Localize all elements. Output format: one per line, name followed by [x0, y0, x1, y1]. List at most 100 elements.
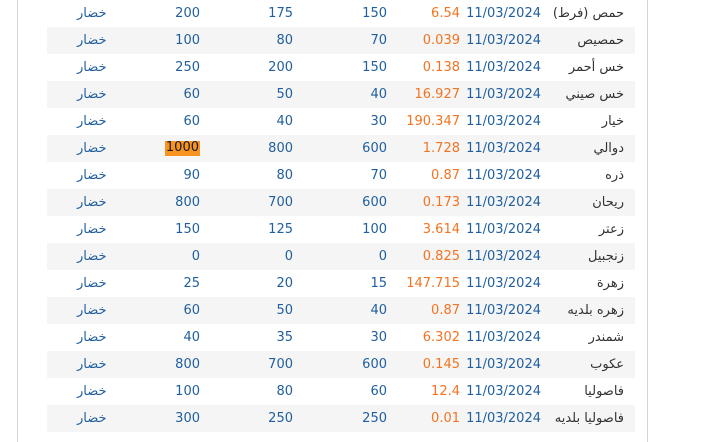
- table-row: زنجبيل 11/03/2024 0.825 0 0 0 خضار: [47, 243, 635, 270]
- price-cell: 3.614: [422, 222, 460, 237]
- product-name-cell: شمندر: [588, 330, 624, 345]
- value-3-cell: 25: [183, 276, 200, 291]
- date-cell: 11/03/2024: [466, 141, 541, 156]
- price-cell: 0.01: [431, 411, 460, 426]
- value-1-cell: 70: [370, 33, 387, 48]
- date-cell: 11/03/2024: [466, 222, 541, 237]
- value-2-cell: 20: [276, 276, 293, 291]
- price-cell: 6.54: [431, 6, 460, 21]
- table-row: خس أحمر 11/03/2024 0.138 150 200 250 خضار: [47, 54, 635, 81]
- value-3-cell: 800: [175, 357, 200, 372]
- value-2-cell: 700: [268, 195, 293, 210]
- price-cell: 12.4: [431, 384, 460, 399]
- price-cell: 16.927: [414, 87, 461, 102]
- product-name-cell: خس صيني: [565, 87, 624, 102]
- value-2-cell: 175: [268, 6, 293, 21]
- table-row: عكوب 11/03/2024 0.145 600 700 800 خضار: [47, 351, 635, 378]
- value-1-cell: 15: [370, 276, 387, 291]
- category-cell: خضار: [77, 411, 107, 426]
- value-3-cell: 100: [175, 384, 200, 399]
- table-row: خس صيني 11/03/2024 16.927 40 50 60 خضار: [47, 81, 635, 108]
- value-3-cell: 200: [175, 6, 200, 21]
- category-cell: خضار: [77, 222, 107, 237]
- price-table: حمص (فرط) 11/03/2024 6.54 150 175 200 خضار حمصي…: [47, 0, 635, 432]
- date-cell: 11/03/2024: [466, 195, 541, 210]
- table-row: شمندر 11/03/2024 6.302 30 35 40 خضار: [47, 324, 635, 351]
- table-row: فاصوليا 11/03/2024 12.4 60 80 100 خضار: [47, 378, 635, 405]
- product-name-cell: خيار: [601, 114, 624, 129]
- value-1-cell: 150: [362, 6, 387, 21]
- value-2-cell: 125: [268, 222, 293, 237]
- table-row: حمص (فرط) 11/03/2024 6.54 150 175 200 خضار: [47, 0, 635, 27]
- table-row: دوالي 11/03/2024 1.728 600 800 1000 خضار: [47, 135, 635, 162]
- price-cell: 0.87: [431, 168, 460, 183]
- value-1-cell: 70: [370, 168, 387, 183]
- category-cell: خضار: [77, 60, 107, 75]
- table-row: حمصيص 11/03/2024 0.039 70 80 100 خضار: [47, 27, 635, 54]
- right-border: [647, 0, 648, 442]
- product-name-cell: فاصوليا: [584, 384, 624, 399]
- left-border: [17, 0, 18, 442]
- price-cell: 0.039: [422, 33, 460, 48]
- date-cell: 11/03/2024: [466, 33, 541, 48]
- value-1-cell: 60: [370, 384, 387, 399]
- value-1-cell: 100: [362, 222, 387, 237]
- price-cell: 0.87: [431, 303, 460, 318]
- price-cell: 1.728: [422, 141, 460, 156]
- product-name-cell: ذره: [605, 168, 624, 183]
- product-name-cell: حمصيص: [577, 33, 624, 48]
- product-name-cell: حمص (فرط): [552, 6, 624, 21]
- value-2-cell: 0: [284, 249, 293, 264]
- product-name-cell: عكوب: [590, 357, 624, 372]
- date-cell: 11/03/2024: [466, 384, 541, 399]
- value-3-cell: 300: [175, 411, 200, 426]
- price-cell: 0.825: [422, 249, 460, 264]
- value-2-cell: 50: [276, 87, 293, 102]
- product-name-cell: زنجبيل: [588, 249, 624, 264]
- table-row: ذره 11/03/2024 0.87 70 80 90 خضار: [47, 162, 635, 189]
- value-2-cell: 80: [276, 168, 293, 183]
- value-3-cell: 100: [175, 33, 200, 48]
- value-3-cell: 60: [183, 114, 200, 129]
- table-row: زهرة 11/03/2024 147.715 15 20 25 خضار: [47, 270, 635, 297]
- date-cell: 11/03/2024: [466, 303, 541, 318]
- product-name-cell: زهره بلديه: [567, 303, 624, 318]
- product-name-cell: ريحان: [592, 195, 624, 210]
- value-2-cell: 250: [268, 411, 293, 426]
- value-1-cell: 0: [378, 249, 387, 264]
- table-row: خيار 11/03/2024 190.347 30 40 60 خضار: [47, 108, 635, 135]
- value-3-cell: 90: [183, 168, 200, 183]
- category-cell: خضار: [77, 357, 107, 372]
- table-row: زعتر 11/03/2024 3.614 100 125 150 خضار: [47, 216, 635, 243]
- date-cell: 11/03/2024: [466, 330, 541, 345]
- value-1-cell: 40: [370, 303, 387, 318]
- table-row: فاصوليا بلديه 11/03/2024 0.01 250 250 300 خضار: [47, 405, 635, 432]
- category-cell: خضار: [77, 87, 107, 102]
- value-2-cell: 80: [276, 384, 293, 399]
- value-3-cell: 1000: [164, 140, 200, 156]
- value-3-cell: 40: [183, 330, 200, 345]
- value-1-cell: 30: [370, 114, 387, 129]
- price-cell: 0.173: [422, 195, 460, 210]
- product-name-cell: زهرة: [596, 276, 624, 291]
- date-cell: 11/03/2024: [466, 60, 541, 75]
- date-cell: 11/03/2024: [466, 87, 541, 102]
- value-1-cell: 40: [370, 87, 387, 102]
- category-cell: خضار: [77, 276, 107, 291]
- value-3-cell: 0: [191, 249, 200, 264]
- category-cell: خضار: [77, 330, 107, 345]
- value-3-cell: 800: [175, 195, 200, 210]
- date-cell: 11/03/2024: [466, 411, 541, 426]
- value-1-cell: 600: [362, 357, 387, 372]
- value-2-cell: 800: [268, 141, 293, 156]
- value-3-cell: 60: [183, 303, 200, 318]
- value-2-cell: 35: [276, 330, 293, 345]
- product-name-cell: دوالي: [593, 141, 624, 156]
- value-1-cell: 30: [370, 330, 387, 345]
- date-cell: 11/03/2024: [466, 6, 541, 21]
- value-1-cell: 250: [362, 411, 387, 426]
- category-cell: خضار: [77, 303, 107, 318]
- value-3-cell: 250: [175, 60, 200, 75]
- category-cell: خضار: [77, 384, 107, 399]
- date-cell: 11/03/2024: [466, 276, 541, 291]
